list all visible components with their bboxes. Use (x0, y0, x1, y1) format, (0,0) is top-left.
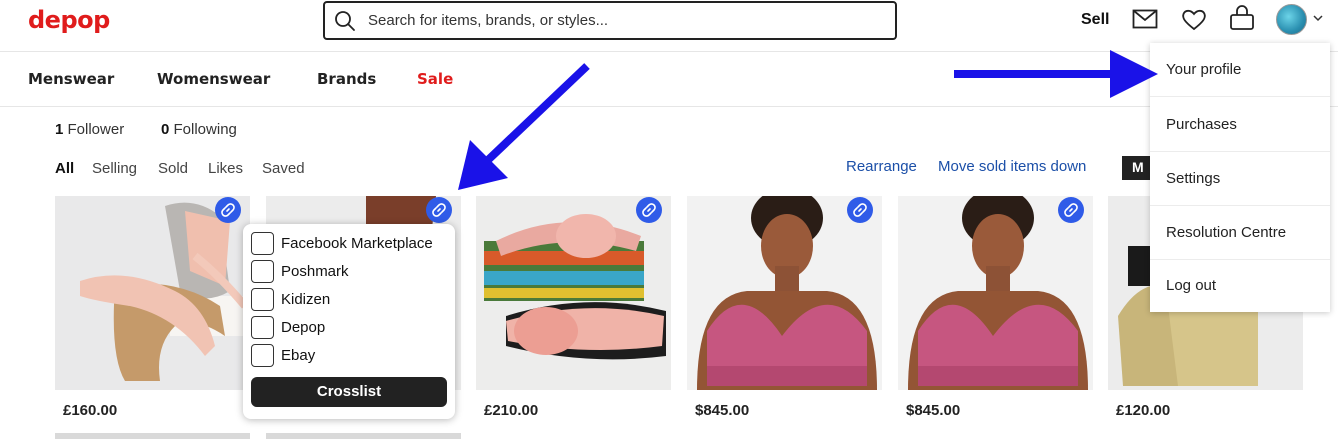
nav-womenswear[interactable]: Womenswear (157, 70, 270, 88)
product-image[interactable] (898, 196, 1093, 390)
top-header: depop Sell (0, 0, 1338, 52)
pink-slide-image (476, 196, 671, 390)
model-bra-image (687, 196, 882, 390)
product-image[interactable] (476, 196, 671, 390)
option-label: Facebook Marketplace (281, 235, 433, 252)
link-icon (221, 203, 235, 217)
option-label: Depop (281, 319, 326, 336)
nav-menswear[interactable]: Menswear (28, 70, 114, 88)
crosslist-option-facebook[interactable]: Facebook Marketplace (251, 232, 433, 255)
tab-likes[interactable]: Likes (208, 160, 243, 177)
profile-dropdown-menu: Your profile Purchases Settings Resoluti… (1150, 43, 1330, 312)
product-card[interactable]: $845.00 (687, 196, 882, 419)
crosslist-link-button[interactable] (636, 197, 662, 223)
bag-icon[interactable] (1229, 5, 1255, 31)
avatar[interactable] (1276, 4, 1307, 35)
menu-settings[interactable]: Settings (1150, 152, 1330, 206)
followers-count: 1 (55, 121, 64, 138)
tab-sold[interactable]: Sold (158, 160, 188, 177)
crosslist-option-depop[interactable]: Depop (251, 316, 325, 339)
link-icon (432, 203, 446, 217)
tab-saved[interactable]: Saved (262, 160, 305, 177)
search-input[interactable] (368, 12, 848, 29)
product-price: £120.00 (1116, 402, 1171, 419)
checkbox[interactable] (251, 316, 274, 339)
following-count: 0 (161, 121, 170, 138)
product-price: $845.00 (695, 402, 750, 419)
menu-your-profile[interactable]: Your profile (1150, 43, 1330, 97)
menu-purchases[interactable]: Purchases (1150, 98, 1330, 152)
tab-selling[interactable]: Selling (92, 160, 137, 177)
option-label: Kidizen (281, 291, 331, 308)
depop-logo[interactable]: depop (28, 6, 110, 34)
crosslist-option-kidizen[interactable]: Kidizen (251, 288, 330, 311)
mail-icon[interactable] (1132, 9, 1158, 29)
crosslist-link-button[interactable] (1058, 197, 1084, 223)
followers-label: Follower (67, 121, 125, 138)
tab-all[interactable]: All (55, 160, 74, 177)
next-row-card (266, 433, 461, 439)
chevron-down-icon[interactable] (1313, 14, 1323, 22)
heart-icon[interactable] (1181, 8, 1207, 32)
product-card[interactable]: £210.00 (476, 196, 671, 419)
menu-resolution-centre[interactable]: Resolution Centre (1150, 206, 1330, 260)
rearrange-link[interactable]: Rearrange (846, 158, 917, 175)
product-card[interactable]: £160.00 (55, 196, 250, 419)
product-image[interactable] (687, 196, 882, 390)
link-icon (853, 203, 867, 217)
following-stat[interactable]: 0 Following (161, 121, 237, 138)
checkbox[interactable] (251, 260, 274, 283)
search-bar[interactable] (323, 1, 897, 40)
crosslist-option-poshmark[interactable]: Poshmark (251, 260, 349, 283)
category-nav: Menswear Womenswear Brands Sale (0, 53, 1338, 107)
product-card[interactable]: $845.00 (898, 196, 1093, 419)
option-label: Ebay (281, 347, 316, 364)
following-label: Following (173, 121, 237, 138)
next-row-card (55, 433, 250, 439)
menu-log-out[interactable]: Log out (1150, 258, 1330, 312)
product-price: £160.00 (63, 402, 118, 419)
checkbox[interactable] (251, 288, 274, 311)
nav-brands[interactable]: Brands (317, 70, 376, 88)
wedge-sandal-image (55, 196, 250, 390)
product-price: $845.00 (906, 402, 961, 419)
nav-sale[interactable]: Sale (417, 70, 453, 88)
model-bra-image (898, 196, 1093, 390)
checkbox[interactable] (251, 344, 274, 367)
checkbox[interactable] (251, 232, 274, 255)
link-icon (1064, 203, 1078, 217)
crosslist-link-button[interactable] (847, 197, 873, 223)
crosslist-option-ebay[interactable]: Ebay (251, 344, 315, 367)
sell-link[interactable]: Sell (1081, 11, 1109, 29)
crosslist-link-button[interactable] (215, 197, 241, 223)
option-label: Poshmark (281, 263, 349, 280)
crosslist-link-button[interactable] (426, 197, 452, 223)
move-sold-down-link[interactable]: Move sold items down (938, 158, 1086, 175)
arrow-head-link-badge (458, 140, 508, 190)
crosslist-popup: Facebook Marketplace Poshmark Kidizen De… (243, 224, 455, 419)
link-icon (642, 203, 656, 217)
followers-stat[interactable]: 1 Follower (55, 121, 124, 138)
product-price: £210.00 (484, 402, 539, 419)
crosslist-button[interactable]: Crosslist (251, 377, 447, 407)
search-icon (335, 10, 355, 31)
product-image[interactable] (55, 196, 250, 390)
